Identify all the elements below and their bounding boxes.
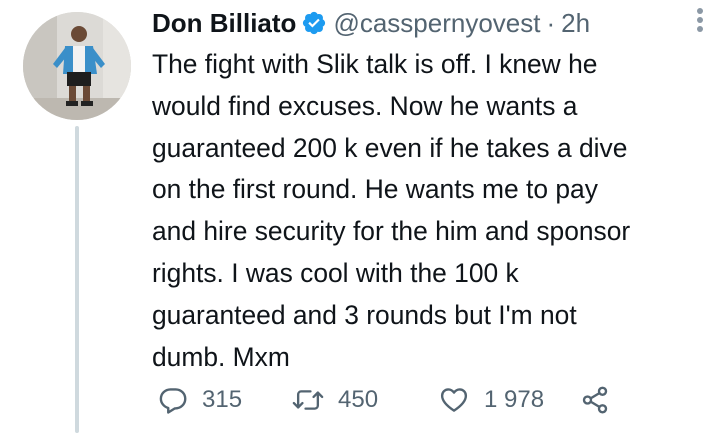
avatar-photo [23, 12, 131, 120]
retweet-button[interactable]: 450 [292, 380, 378, 420]
share-button[interactable] [580, 380, 610, 420]
reply-icon [159, 388, 187, 414]
retweet-icon [292, 390, 324, 410]
more-options-icon [697, 8, 703, 32]
author-name[interactable]: Don Billiato [152, 6, 296, 40]
tweet-text: The fight with Slik talk is off. I knew … [152, 49, 631, 372]
header-separator: · [546, 8, 556, 38]
verified-badge-icon [303, 11, 326, 35]
more-options-button[interactable] [682, 2, 718, 38]
thread-connector-line [75, 126, 79, 433]
like-heart-icon [440, 388, 468, 412]
tweet-actions-bar: 315 450 1 978 [152, 380, 720, 420]
reply-count: 315 [202, 386, 243, 413]
reply-button[interactable]: 315 [158, 380, 242, 420]
author-handle[interactable]: @casspernyovest [333, 6, 540, 40]
tweet-timestamp[interactable]: 2h [561, 6, 590, 40]
retweet-count: 450 [338, 386, 379, 413]
share-icon [582, 386, 608, 414]
like-count: 1 978 [484, 386, 545, 413]
tweet-header: Don Billiato @casspernyovest · 2h [152, 6, 710, 40]
author-avatar[interactable] [23, 12, 131, 120]
like-button[interactable]: 1 978 [438, 380, 544, 420]
